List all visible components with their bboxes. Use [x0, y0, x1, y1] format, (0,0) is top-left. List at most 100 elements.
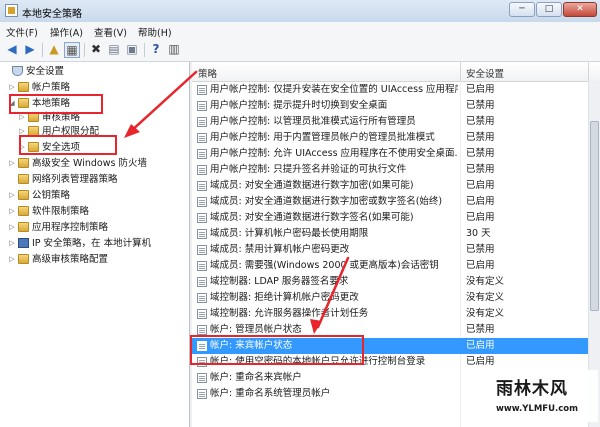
properties-icon[interactable]: ▤	[106, 42, 122, 58]
tree-item-audit-policy[interactable]: ▷ 审核策略	[18, 110, 80, 125]
tree-item-windows-firewall[interactable]: ▷ 高级安全 Windows 防火墙	[8, 156, 147, 171]
policy-document-icon	[197, 117, 207, 127]
policy-setting: 已启用	[466, 84, 495, 95]
policy-document-icon	[197, 229, 207, 239]
policy-name: 域成员: 计算机帐户密码最长使用期限	[210, 228, 369, 239]
export-icon[interactable]: ▣	[124, 42, 140, 58]
policy-name: 用户帐户控制: 用于内置管理员帐户的管理员批准模式	[210, 132, 435, 143]
policy-name: 帐户: 来宾帐户状态	[210, 340, 293, 351]
policy-setting: 30 天	[466, 228, 491, 239]
expand-arrow-icon[interactable]: ▷	[18, 110, 26, 125]
expand-arrow-icon[interactable]: ▷	[8, 204, 16, 219]
policy-row[interactable]: 用户帐户控制: 以管理员批准模式运行所有管理员 已禁用	[192, 114, 588, 130]
policy-row[interactable]: 用户帐户控制: 只提升签名并验证的可执行文件 已禁用	[192, 162, 588, 178]
policy-setting: 已禁用	[466, 116, 495, 127]
policy-row[interactable]: 用户帐户控制: 用于内置管理员帐户的管理员批准模式 已禁用	[192, 130, 588, 146]
menu-help[interactable]: 帮助(H)	[138, 25, 172, 39]
policy-row[interactable]: 帐户: 使用空密码的本地帐户只允许进行控制台登录 已启用	[192, 354, 588, 370]
tree-pane: 安全设置 ▷ 帐户策略 ◢ 本地策略 ▷ 审核策略 ▷ 用户权限分配 ▷ 安全选项 ▷ 高级…	[0, 62, 190, 427]
back-icon[interactable]: ◀	[4, 42, 20, 58]
folder-icon	[18, 190, 29, 200]
policy-row[interactable]: 域成员: 对安全通道数据进行数字加密(如果可能) 已启用	[192, 178, 588, 194]
tree-item-ip-security[interactable]: ▷ IP 安全策略，在 本地计算机	[8, 236, 151, 251]
policy-setting: 已禁用	[466, 324, 495, 335]
tree-item-user-rights[interactable]: ▷ 用户权限分配	[18, 124, 99, 139]
policy-row[interactable]: 用户帐户控制: 仅提升安装在安全位置的 UIAccess 应用程序 已启用	[192, 82, 588, 98]
policy-setting: 没有定义	[466, 308, 505, 319]
policy-document-icon	[197, 245, 207, 255]
policy-row[interactable]: 域成员: 禁用计算机帐户密码更改 已禁用	[192, 242, 588, 258]
policy-row[interactable]: 帐户: 来宾帐户状态 已启用	[192, 338, 588, 354]
tree-item-app-control[interactable]: ▷ 应用程序控制策略	[8, 220, 108, 235]
policy-document-icon	[197, 133, 207, 143]
expand-arrow-icon[interactable]: ▷	[18, 140, 26, 155]
app-icon	[5, 4, 18, 17]
folder-icon	[18, 222, 29, 232]
scrollbar-thumb[interactable]	[590, 121, 599, 311]
policy-name: 用户帐户控制: 只提升签名并验证的可执行文件	[210, 164, 407, 175]
column-header-setting[interactable]: 安全设置	[466, 66, 504, 80]
tree-item-network-list[interactable]: 网络列表管理器策略	[8, 172, 118, 187]
policy-document-icon	[197, 165, 207, 175]
folder-icon	[18, 158, 29, 168]
menu-file[interactable]: 文件(F)	[6, 25, 38, 39]
policy-row[interactable]: 域成员: 计算机帐户密码最长使用期限 30 天	[192, 226, 588, 242]
folder-icon	[28, 142, 39, 152]
show-tree-icon[interactable]: ▦	[64, 42, 80, 58]
menu-action[interactable]: 操作(A)	[50, 25, 83, 39]
policy-setting: 已禁用	[466, 100, 495, 111]
policy-row[interactable]: 用户帐户控制: 提示提升时切换到安全桌面 已禁用	[192, 98, 588, 114]
policy-document-icon	[197, 325, 207, 335]
title-bar: 本地安全策略 ─ □ ✕	[0, 0, 600, 23]
collapse-arrow-icon[interactable]: ◢	[8, 96, 16, 111]
minimize-button[interactable]: ─	[509, 2, 535, 17]
menu-view[interactable]: 查看(V)	[94, 25, 127, 39]
policy-setting: 已禁用	[466, 148, 495, 159]
policy-document-icon	[197, 357, 207, 367]
policy-document-icon	[197, 197, 207, 207]
policy-name: 帐户: 管理员帐户状态	[210, 324, 302, 335]
window-title: 本地安全策略	[22, 9, 82, 20]
delete-icon[interactable]: ✖	[88, 42, 104, 58]
tree-item-account-policies[interactable]: ▷ 帐户策略	[8, 80, 70, 95]
tree-item-local-policies[interactable]: ◢ 本地策略	[8, 96, 70, 111]
close-button[interactable]: ✕	[563, 2, 597, 17]
tree-item-advanced-audit[interactable]: ▷ 高级审核策略配置	[8, 252, 108, 267]
policy-row[interactable]: 域控制器: LDAP 服务器签名要求 没有定义	[192, 274, 588, 290]
expand-arrow-icon[interactable]: ▷	[8, 156, 16, 171]
tree-item-security-options[interactable]: ▷ 安全选项	[18, 140, 80, 155]
column-header-bar: 策略 安全设置	[192, 62, 600, 82]
toolbar: ◀ ▶ ▲ ▦ ✖ ▤ ▣ ? ▥	[0, 39, 600, 62]
policy-setting: 已禁用	[466, 132, 495, 143]
panel-icon[interactable]: ▥	[166, 42, 182, 58]
policy-name: 用户帐户控制: 以管理员批准模式运行所有管理员	[210, 116, 416, 127]
tree-item-public-key[interactable]: ▷ 公钥策略	[8, 188, 70, 203]
policy-document-icon	[197, 261, 207, 271]
policy-row[interactable]: 用户帐户控制: 允许 UIAccess 应用程序在不使用安全桌面... 已禁用	[192, 146, 588, 162]
forward-icon[interactable]: ▶	[22, 42, 38, 58]
expand-arrow-icon[interactable]: ▷	[8, 236, 16, 251]
policy-row[interactable]: 域成员: 对安全通道数据进行数字签名(如果可能) 已启用	[192, 210, 588, 226]
watermark-url: www.YLMFU.com	[496, 404, 578, 414]
policy-name: 域成员: 对安全通道数据进行数字加密(如果可能)	[210, 180, 414, 191]
policy-row[interactable]: 域控制器: 允许服务器操作者计划任务 没有定义	[192, 306, 588, 322]
computer-icon	[18, 238, 29, 248]
help-icon[interactable]: ?	[148, 42, 164, 58]
policy-row[interactable]: 帐户: 管理员帐户状态 已禁用	[192, 322, 588, 338]
policy-row[interactable]: 域成员: 对安全通道数据进行数字加密或数字签名(始终) 已启用	[192, 194, 588, 210]
tree-item-security-settings[interactable]: 安全设置	[2, 64, 64, 79]
policy-row[interactable]: 域成员: 需要强(Windows 2000 或更高版本)会话密钥 已启用	[192, 258, 588, 274]
expand-arrow-icon[interactable]: ▷	[18, 124, 26, 139]
policy-setting: 没有定义	[466, 276, 505, 287]
expand-arrow-icon[interactable]: ▷	[8, 252, 16, 267]
policy-setting: 已启用	[466, 340, 495, 351]
column-header-policy[interactable]: 策略	[198, 66, 217, 80]
policy-name: 帐户: 重命名来宾帐户	[210, 372, 302, 383]
expand-arrow-icon[interactable]: ▷	[8, 80, 16, 95]
expand-arrow-icon[interactable]: ▷	[8, 220, 16, 235]
expand-arrow-icon[interactable]: ▷	[8, 188, 16, 203]
maximize-button[interactable]: □	[536, 2, 562, 17]
tree-item-software-restriction[interactable]: ▷ 软件限制策略	[8, 204, 89, 219]
policy-row[interactable]: 域控制器: 拒绝计算机帐户密码更改 没有定义	[192, 290, 588, 306]
up-folder-icon[interactable]: ▲	[46, 42, 62, 58]
